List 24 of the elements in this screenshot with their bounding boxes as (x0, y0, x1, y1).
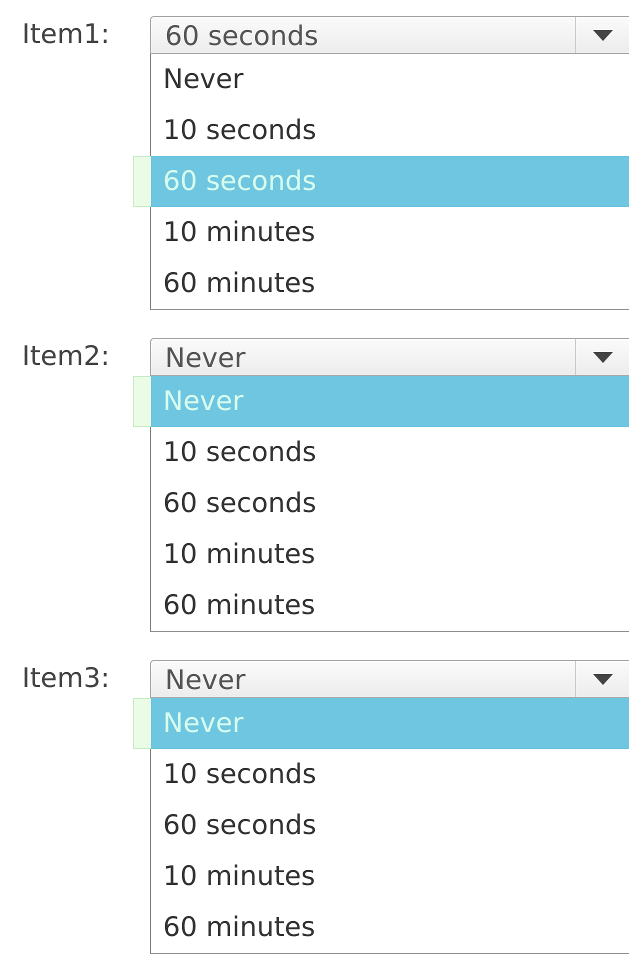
dropdown-option[interactable]: 10 minutes (151, 529, 629, 580)
dropdown-option[interactable]: 60 seconds (151, 478, 629, 529)
dropdown[interactable]: Never (150, 338, 629, 376)
dropdown-option[interactable]: 10 seconds (151, 427, 629, 478)
dropdown-option[interactable]: 60 seconds (151, 800, 629, 851)
field-label: Item1: (22, 18, 111, 52)
dropdown-arrow-icon[interactable] (592, 30, 612, 40)
dropdown-value: 60 seconds (164, 20, 320, 53)
dropdown-arrow-icon[interactable] (592, 352, 612, 362)
dropdown[interactable]: Never (150, 660, 629, 698)
dropdown-option[interactable]: 10 minutes (151, 851, 629, 902)
field-label: Item2: (22, 340, 111, 374)
dropdown[interactable]: 60 seconds (150, 16, 629, 54)
dropdown-value: Never (164, 664, 246, 697)
dropdown-option[interactable]: 10 minutes (151, 207, 629, 258)
dropdown-option[interactable]: 60 minutes (151, 580, 629, 631)
dropdown-option[interactable]: 60 minutes (151, 258, 629, 309)
dropdown-option[interactable]: 10 seconds (151, 749, 629, 800)
dropdown-arrow-icon[interactable] (592, 674, 612, 684)
dropdown-option[interactable]: Never (151, 54, 629, 105)
dropdown-option[interactable]: 60 minutes (151, 902, 629, 953)
dropdown-option[interactable]: 10 seconds (151, 105, 629, 156)
dropdown-value: Never (164, 342, 246, 375)
field-label: Item3: (22, 662, 111, 696)
